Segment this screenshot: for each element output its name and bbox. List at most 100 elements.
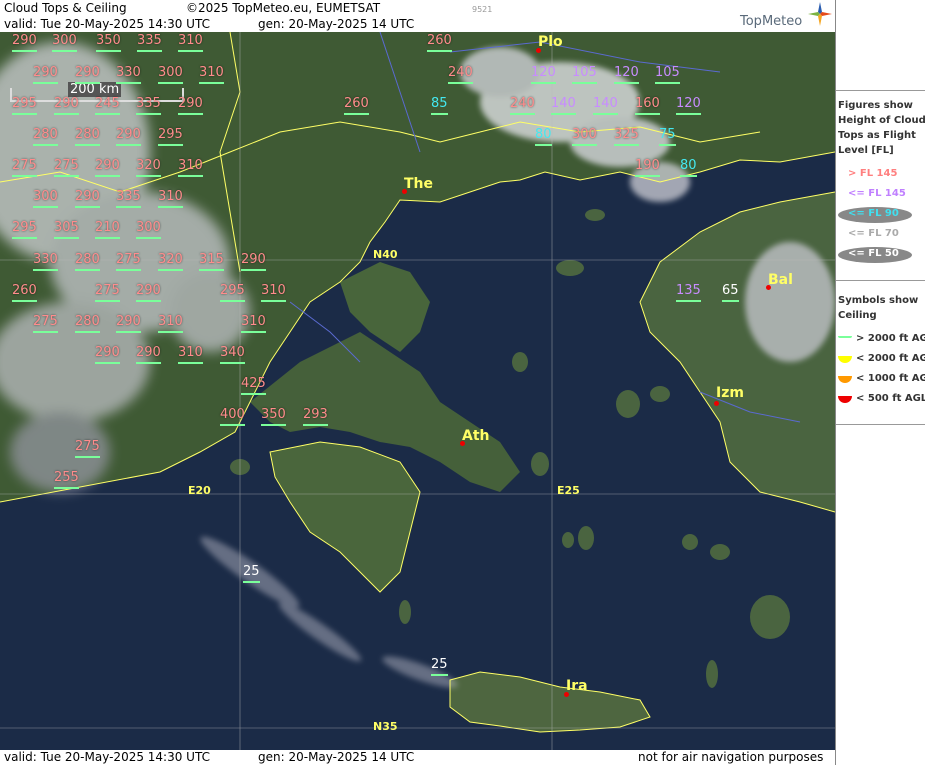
footer-valid-time: valid: Tue 20-May-2025 14:30 UTC [4, 750, 210, 764]
cloud-top-value: 305 [54, 221, 79, 239]
ceiling-symbol [243, 581, 260, 583]
cloud-top-value: 290 [75, 190, 100, 208]
cloud-top-value: 80 [680, 159, 697, 177]
ceiling-symbol [531, 82, 556, 84]
legend-divider [836, 90, 925, 91]
ceiling-symbol [158, 331, 183, 333]
grid-label: N40 [373, 248, 398, 261]
cloud-top-value: 260 [344, 97, 369, 115]
cloud-top-value: 275 [54, 159, 79, 177]
ceiling-symbol [116, 206, 141, 208]
cloud-top-value: 160 [635, 97, 660, 115]
cloud-top-value: 240 [510, 97, 535, 115]
ceiling-symbol [136, 113, 161, 115]
brand-name: TopMeteo [740, 14, 803, 29]
legend-ceiling-entry: < 1000 ft AGL [856, 373, 925, 384]
ceiling-symbol [136, 362, 161, 364]
ceiling-symbol [178, 175, 203, 177]
ceiling-symbol [655, 82, 680, 84]
cloud-top-value: 120 [614, 66, 639, 84]
legend-tops-entry: <= FL 70 [848, 228, 899, 239]
map-area[interactable]: 200 km 290 300 350 335 310 260 290 290 330 300 310… [0, 32, 835, 750]
cloud-top-value: 300 [33, 190, 58, 208]
cloud-top-value: 280 [75, 128, 100, 146]
cloud-top-value: 290 [54, 97, 79, 115]
ceiling-symbol [12, 237, 37, 239]
legend-ceiling-symbol-icon [838, 356, 852, 363]
city-label: The [404, 176, 434, 192]
ceiling-symbol [199, 269, 224, 271]
cloud-top-value: 275 [75, 440, 100, 458]
ceiling-symbol [614, 82, 639, 84]
cloud-top-value: 25 [431, 658, 448, 676]
ceiling-symbol [427, 50, 452, 52]
copyright-text: ©2025 TopMeteo.eu, EUMETSAT [186, 1, 381, 15]
ceiling-symbol [136, 300, 161, 302]
legend-ceiling-entry: < 500 ft AGL [856, 393, 925, 404]
cloud-top-value: 310 [178, 159, 203, 177]
cloud-top-value: 280 [75, 253, 100, 271]
city-label: Bal [768, 272, 793, 288]
map-title: Cloud Tops & Ceiling [4, 1, 127, 15]
cloud-top-value: 275 [116, 253, 141, 271]
ceiling-symbol [33, 331, 58, 333]
image-id: 9521 [472, 5, 493, 14]
cloud-top-value: 85 [431, 97, 448, 115]
legend-ceiling-title-2: Ceiling [838, 310, 877, 321]
ceiling-symbol [54, 487, 79, 489]
city-marker-icon [714, 401, 719, 406]
ceiling-symbol [12, 113, 37, 115]
ceiling-symbol [261, 300, 286, 302]
cloud-top-value: 310 [241, 315, 266, 333]
ceiling-symbol [12, 50, 37, 52]
ceiling-symbol [33, 206, 58, 208]
ceiling-symbol [593, 113, 618, 115]
legend-tops-title-1: Figures show [838, 100, 913, 111]
ceiling-symbol [659, 144, 676, 146]
cloud-top-value: 310 [158, 190, 183, 208]
cloud-top-value: 290 [75, 66, 100, 84]
ceiling-symbol [551, 113, 576, 115]
ceiling-symbol [344, 113, 369, 115]
ceiling-symbol [33, 82, 58, 84]
legend-tops-entry: > FL 145 [848, 168, 898, 179]
generated-time: gen: 20-May-2025 14 UTC [258, 17, 415, 31]
cloud-top-value: 340 [220, 346, 245, 364]
cloud-top-value: 330 [33, 253, 58, 271]
ceiling-symbol [158, 269, 183, 271]
ceiling-symbol [178, 113, 203, 115]
ceiling-symbol [137, 50, 162, 52]
ceiling-symbol [158, 206, 183, 208]
ceiling-symbol [75, 144, 100, 146]
cloud-top-value: 65 [722, 284, 739, 302]
legend-tops-title-3: Tops as Flight [838, 130, 916, 141]
ceiling-symbol [178, 362, 203, 364]
cloud-top-value: 300 [158, 66, 183, 84]
ceiling-symbol [54, 113, 79, 115]
ceiling-symbol [572, 144, 597, 146]
ceiling-symbol [431, 113, 448, 115]
cloud-top-value: 425 [241, 377, 266, 395]
cloud-top-value: 255 [54, 471, 79, 489]
ceiling-symbol [54, 237, 79, 239]
legend-divider [836, 280, 925, 281]
cloud-top-value: 105 [655, 66, 680, 84]
cloud-top-value: 290 [178, 97, 203, 115]
legend-ceiling-title-1: Symbols show [838, 295, 919, 306]
ceiling-symbol [220, 362, 245, 364]
cloud-top-value: 350 [96, 34, 121, 52]
ceiling-symbol [95, 362, 120, 364]
cloud-top-value: 350 [261, 408, 286, 426]
grid-label: N35 [373, 720, 398, 733]
legend-tops-entry: <= FL 50 [848, 248, 899, 259]
cloud-top-value: 290 [241, 253, 266, 271]
cloud-top-value: 300 [572, 128, 597, 146]
ceiling-symbol [303, 424, 328, 426]
cloud-top-value: 325 [614, 128, 639, 146]
cloud-top-value: 290 [12, 34, 37, 52]
cloud-top-value: 120 [676, 97, 701, 115]
ceiling-symbol [12, 175, 37, 177]
ceiling-symbol [12, 300, 37, 302]
ceiling-symbol [676, 300, 701, 302]
ceiling-symbol [116, 144, 141, 146]
